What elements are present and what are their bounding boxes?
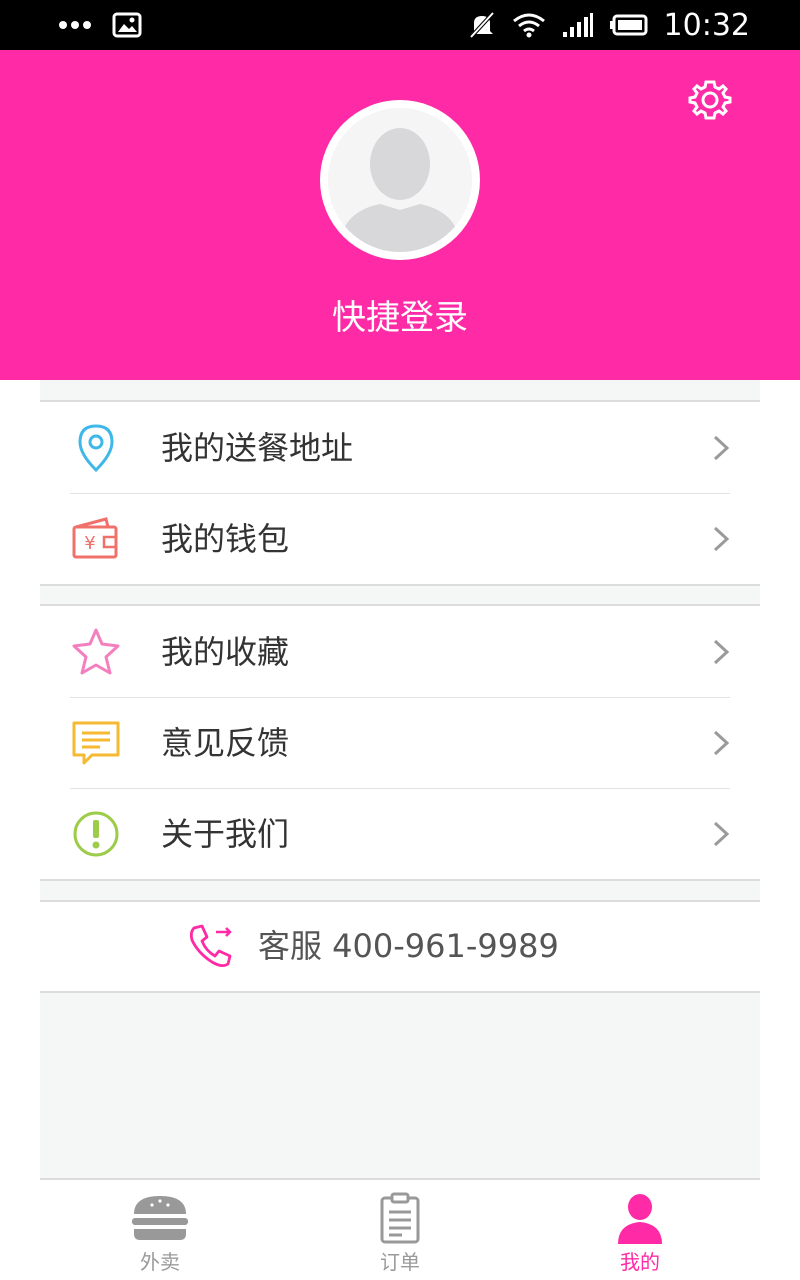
status-bar: 10:32 [0,0,800,50]
settings-button[interactable] [686,76,734,124]
gear-icon [688,80,732,120]
status-bar-left [58,0,142,50]
chevron-right-icon [713,639,730,665]
menu-item-feedback[interactable]: 意见反馈 [40,697,760,788]
bottom-nav: 外卖 订单 我的 [40,1178,760,1280]
profile-header: 快捷登录 [0,50,800,380]
status-time: 10:32 [663,7,750,43]
menu-item-wallet[interactable]: ¥ 我的钱包 [40,493,760,584]
phone-icon [189,924,232,967]
customer-service-button[interactable]: 客服 400-961-9989 [40,902,760,991]
signal-icon [562,13,593,37]
menu-item-label: 我的收藏 [161,633,290,671]
battery-icon [609,14,648,36]
menu-content: 我的送餐地址 ¥ 我的钱包 我的收藏 意见反馈 关于我们 客服 400-961-… [40,380,760,1180]
more-dots-icon [59,21,91,29]
menu-item-favorites[interactable]: 我的收藏 [40,606,760,697]
chevron-right-icon [713,435,730,461]
menu-item-label: 意见反馈 [161,724,290,762]
menu-item-about-us[interactable]: 关于我们 [40,788,760,879]
wifi-icon [512,13,545,38]
nav-label: 外卖 [140,1250,180,1274]
quick-login-link[interactable]: 快捷登录 [0,290,800,339]
wallet-icon: ¥ [72,517,118,559]
menu-group-account: 我的送餐地址 ¥ 我的钱包 [40,400,760,586]
order-list-icon [380,1192,420,1244]
default-avatar-icon [328,108,472,252]
info-icon [73,811,119,857]
nav-tab-takeout[interactable]: 外卖 [40,1180,280,1280]
nav-label: 订单 [380,1250,420,1274]
burger-icon [132,1196,188,1240]
customer-service-label: 客服 400-961-9989 [258,927,559,965]
image-notification-icon [112,12,142,38]
svg-text:¥: ¥ [84,533,95,554]
nav-tab-orders[interactable]: 订单 [280,1180,520,1280]
feedback-icon [72,721,120,765]
status-bar-right: 10:32 [468,0,750,50]
chevron-right-icon [713,821,730,847]
avatar[interactable] [320,100,480,260]
nav-tab-mine[interactable]: 我的 [520,1180,760,1280]
menu-item-delivery-address[interactable]: 我的送餐地址 [40,402,760,493]
mute-icon [469,11,495,39]
menu-item-label: 关于我们 [161,815,290,853]
star-icon [72,628,120,675]
menu-item-label: 我的钱包 [161,520,290,558]
menu-item-label: 我的送餐地址 [161,429,354,467]
chevron-right-icon [713,526,730,552]
location-pin-icon [78,424,114,473]
menu-group-more: 我的收藏 意见反馈 关于我们 [40,604,760,881]
chevron-right-icon [713,730,730,756]
customer-service-group: 客服 400-961-9989 [40,900,760,993]
nav-label: 我的 [620,1250,660,1274]
user-icon [618,1194,662,1244]
